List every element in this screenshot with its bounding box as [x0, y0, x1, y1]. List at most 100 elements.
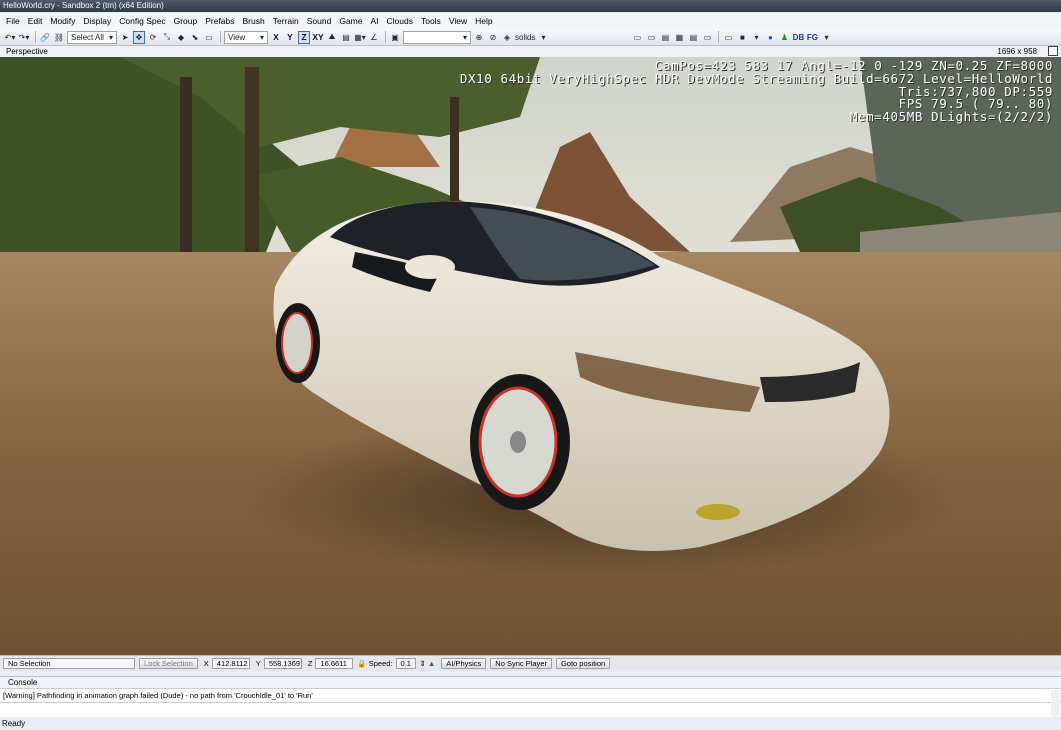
y-label: Y — [255, 659, 261, 668]
menu-group[interactable]: Group — [174, 16, 198, 26]
terrain-follow-icon[interactable]: ◆ — [175, 31, 187, 44]
console-icon[interactable]: ▭ — [722, 31, 734, 44]
texture-icon[interactable]: ▦ — [673, 31, 685, 44]
rotate-icon[interactable]: ⟳ — [147, 31, 159, 44]
menu-terrain[interactable]: Terrain — [273, 16, 299, 26]
layer-combo[interactable]: ▾ — [403, 30, 471, 44]
toolbar-separator — [385, 31, 386, 43]
menu-bar: File Edit Modify Display Config Spec Gro… — [0, 13, 1061, 29]
object-snap-icon[interactable]: ▤ — [340, 31, 352, 44]
tree-trunk — [245, 67, 259, 267]
link-icon[interactable]: 🔗 — [39, 31, 51, 44]
view-combo-label: View — [228, 32, 246, 42]
select-all-combo[interactable]: Select All ▾ — [67, 30, 117, 44]
console-scrollbar[interactable] — [1051, 690, 1060, 717]
terrain-editor-icon[interactable]: ▤ — [659, 31, 671, 44]
angle-snap-icon[interactable]: ∠ — [368, 31, 380, 44]
x-label: X — [203, 659, 209, 668]
goto-selected-icon[interactable]: ⊕ — [473, 31, 485, 44]
scale-icon[interactable]: ⤡ — [161, 31, 173, 44]
lock-selection-button[interactable]: Lock Selection — [139, 658, 198, 669]
selection-field: No Selection — [3, 658, 135, 669]
menu-help[interactable]: Help — [475, 16, 492, 26]
hud-line: Mem=405MB DLights=(2/2/2) — [849, 109, 1053, 125]
ai-physics-button[interactable]: AI/Physics — [441, 658, 487, 669]
chevron-down-icon: ▾ — [108, 32, 113, 42]
db-button[interactable]: DB — [792, 31, 805, 44]
no-sync-player-button[interactable]: No Sync Player — [490, 658, 552, 669]
speed-label: Speed: — [368, 659, 393, 668]
menu-sound[interactable]: Sound — [307, 16, 332, 26]
sound-icon[interactable]: ▭ — [701, 31, 713, 44]
select-arrow-icon[interactable]: ➤ — [119, 31, 131, 44]
move-icon[interactable]: ✥ — [133, 30, 145, 44]
terrain-collision-icon[interactable]: ▲ — [428, 659, 435, 668]
viewport-resolution: 1696 x 958 — [997, 47, 1037, 56]
debug-hud: CamPos=423 583 17 Angl=-12 0 -129 ZN=0.2… — [460, 59, 1053, 125]
maximize-icon[interactable] — [1048, 46, 1058, 56]
material-icon[interactable]: ◈ — [501, 31, 513, 44]
menu-display[interactable]: Display — [83, 16, 111, 26]
render-icon[interactable]: ■ — [736, 31, 748, 44]
select-all-label: Select All — [71, 32, 104, 42]
menu-ai[interactable]: AI — [370, 16, 378, 26]
console-line: [Warning] Pathfinding in animation graph… — [0, 689, 1061, 703]
axis-xy-button[interactable]: XY — [312, 31, 324, 44]
terrain-snap-icon[interactable]: ⛰ — [326, 31, 338, 44]
viewport-header: Perspective 1696 x 958 — [0, 46, 1061, 57]
y-field[interactable]: 558.1369 — [263, 658, 302, 669]
menu-brush[interactable]: Brush — [243, 16, 265, 26]
viewport-name[interactable]: Perspective — [6, 47, 48, 56]
menu-clouds[interactable]: Clouds — [387, 16, 413, 26]
x-field[interactable]: 412.8112 — [211, 658, 250, 669]
undo-icon[interactable]: ↶▾ — [4, 31, 16, 44]
speed-stepper-icon[interactable]: ⇕ — [420, 659, 426, 668]
speed-field[interactable]: 0.1 — [395, 658, 416, 669]
redo-icon[interactable]: ↷▾ — [18, 31, 30, 44]
chevron-down-icon[interactable]: ▾ — [750, 31, 762, 44]
character-icon[interactable]: ♟ — [778, 31, 790, 44]
solids-button[interactable]: solids — [515, 31, 535, 44]
lock-icon[interactable]: 🔒 — [357, 659, 366, 668]
console-title: Console — [0, 677, 1061, 689]
rear-wheel-rim — [281, 312, 313, 374]
snap-icon[interactable]: ⬊ — [189, 31, 201, 44]
axis-y-button[interactable]: Y — [284, 31, 296, 44]
z-label: Z — [307, 659, 313, 668]
z-field[interactable]: 16.6611 — [315, 658, 354, 669]
chevron-down-icon[interactable]: ▾ — [820, 31, 832, 44]
chevron-down-icon[interactable]: ▾ — [537, 31, 549, 44]
lock-icon[interactable]: ⊘ — [487, 31, 499, 44]
perspective-viewport[interactable]: CamPos=423 583 17 Angl=-12 0 -129 ZN=0.2… — [0, 57, 1061, 655]
status-ready: Ready — [0, 718, 1061, 730]
menu-modify[interactable]: Modify — [50, 16, 75, 26]
chevron-down-icon: ▾ — [462, 32, 467, 42]
window-title: HelloWorld.cry - Sandbox 2 (tm) (x64 Edi… — [0, 0, 1061, 12]
selection-box-icon[interactable]: ▭ — [203, 31, 215, 44]
menu-game[interactable]: Game — [339, 16, 362, 26]
menu-config-spec[interactable]: Config Spec — [119, 16, 165, 26]
grid-icon[interactable]: ▦▾ — [354, 31, 366, 44]
globe-icon[interactable]: ● — [764, 31, 776, 44]
unlink-icon[interactable]: ⛓ — [53, 31, 65, 44]
database-icon[interactable]: ▤ — [687, 31, 699, 44]
menu-prefabs[interactable]: Prefabs — [205, 16, 234, 26]
coordinate-view-combo[interactable]: View ▾ — [224, 30, 268, 44]
main-toolbar: ↶▾ ↷▾ 🔗 ⛓ Select All ▾ ➤ ✥ ⟳ ⤡ ◆ ⬊ ▭ View… — [0, 29, 1061, 46]
console-panel: Console [Warning] Pathfinding in animati… — [0, 676, 1061, 717]
menu-edit[interactable]: Edit — [28, 16, 43, 26]
menu-tools[interactable]: Tools — [421, 16, 441, 26]
scene-render — [0, 57, 1061, 655]
axis-z-button[interactable]: Z — [298, 30, 310, 44]
chevron-down-icon: ▾ — [259, 32, 264, 42]
physics-icon[interactable]: ▭ — [631, 31, 643, 44]
toolbar-separator — [35, 31, 36, 43]
menu-file[interactable]: File — [6, 16, 20, 26]
layer-icon[interactable]: ▣ — [389, 31, 401, 44]
axis-x-button[interactable]: X — [270, 31, 282, 44]
goto-position-button[interactable]: Goto position — [555, 658, 611, 669]
menu-view[interactable]: View — [449, 16, 467, 26]
fg-button[interactable]: FG — [806, 31, 818, 44]
camera-icon[interactable]: ▭ — [645, 31, 657, 44]
toolbar-separator — [220, 31, 221, 43]
